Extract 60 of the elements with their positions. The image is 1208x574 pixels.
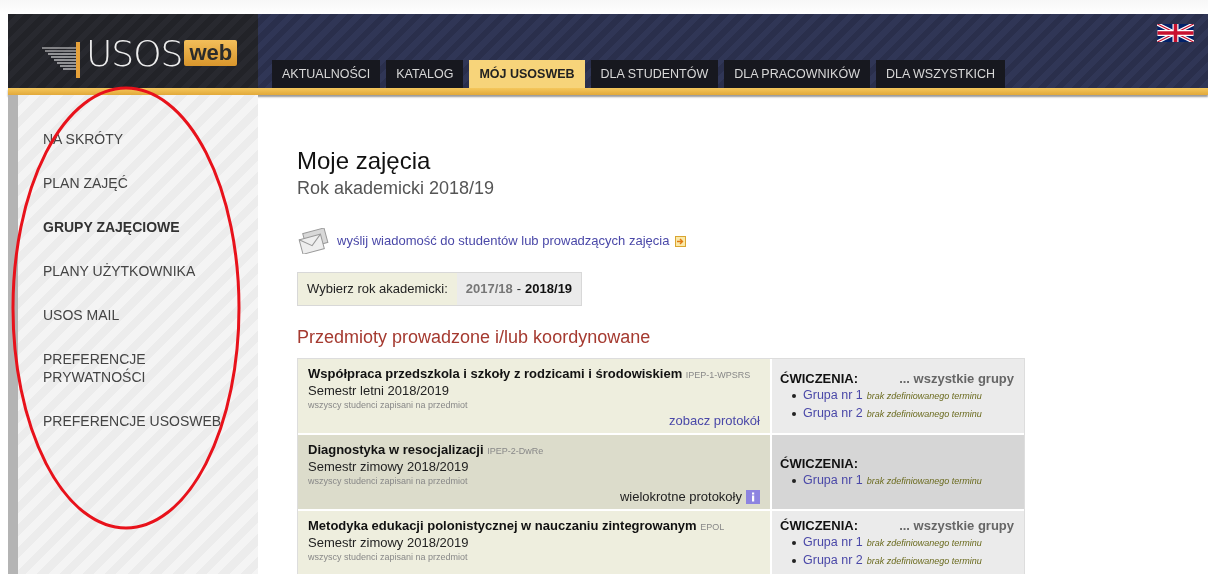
year-link[interactable]: 2017/18 (465, 279, 513, 299)
uk-flag-icon[interactable] (1157, 24, 1194, 42)
semester-text: Semestr zimowy 2018/2019 (308, 458, 470, 475)
all-groups-link[interactable]: ... wszystkie grupy (899, 370, 1014, 387)
info-icon[interactable] (746, 489, 760, 504)
bullet-icon (792, 394, 796, 398)
schedule-note: brak zdefiniowanego terminu (866, 408, 982, 421)
schedule-note: brak zdefiniowanego terminu (866, 536, 982, 550)
course-name: Diagnostyka w resocjalizacji (308, 441, 484, 457)
course-code: IPEP-1-WPSRS (685, 369, 751, 380)
protocol-text: wielokrotne protokoły (619, 487, 742, 506)
course-code: IPEP-2-DwRe (487, 445, 544, 456)
group-link[interactable]: Grupa nr 1 (803, 533, 863, 551)
course-name: Metodyka edukacji polonistycznej w nauczaniu zintegrowanym (308, 517, 697, 533)
year-selector-label: Wybierz rok akademicki: (298, 273, 457, 305)
semester-text: Semestr letni 2018/2019 (308, 382, 450, 399)
audience-text: wszyscy studenci zapisani na przedmiot (308, 550, 469, 564)
bullet-icon (792, 540, 796, 545)
sidebar-link[interactable]: PLANY UŻYTKOWNIKA (43, 262, 248, 280)
course-name: Współpraca przedszkola i szkoły z rodzicami i środowiskiem (308, 365, 683, 381)
sidebar-link[interactable]: GRUPY ZAJĘCIOWE (43, 218, 248, 236)
nav-tab[interactable]: DLA WSZYSTKICH (875, 60, 1005, 88)
all-groups-link[interactable]: ... wszystkie grupy (899, 516, 1014, 534)
nav-tab[interactable]: DLA STUDENTÓW (590, 60, 719, 88)
semester-text: Semestr zimowy 2018/2019 (308, 534, 470, 551)
message-link[interactable]: wyślij wiadomość do studentów lub prowadzących zajęcia (337, 231, 670, 251)
class-type-label: ĆWICZENIA: (780, 455, 858, 472)
arrow-square-icon[interactable] (675, 235, 687, 247)
sidebar-link[interactable]: PREFERENCJE PRYWATNOŚCI (43, 350, 248, 386)
page-title: Moje zajęcia (297, 146, 432, 176)
logo-text: USOS (86, 36, 183, 72)
bullet-icon (792, 412, 796, 416)
nav-tab[interactable]: KATALOG (386, 60, 464, 88)
page-subtitle: Rok akademicki 2018/19 (297, 177, 496, 200)
group-link[interactable]: Grupa nr 1 (803, 387, 863, 404)
schedule-note: brak zdefiniowanego terminu (866, 475, 982, 488)
logo-badge: web (184, 40, 238, 66)
group-link[interactable]: Grupa nr 1 (803, 472, 863, 489)
sidebar-link[interactable]: USOS MAIL (43, 306, 248, 324)
schedule-note: brak zdefiniowanego terminu (866, 554, 982, 568)
group-link[interactable]: Grupa nr 2 (803, 405, 863, 422)
nav-tab[interactable]: MÓJ USOSWEB (469, 60, 585, 88)
course-code: EPOL (700, 521, 725, 532)
sidebar-link[interactable]: PLAN ZAJĘĆ (43, 174, 248, 192)
group-link[interactable]: Grupa nr 2 (803, 551, 863, 569)
nav-tab[interactable]: DLA PRACOWNIKÓW (724, 60, 870, 88)
sidebar-link[interactable]: PREFERENCJE USOSWEB (43, 412, 248, 430)
separator-text: - (516, 280, 522, 298)
class-type-label: ĆWICZENIA: (780, 516, 858, 534)
section-heading: Przedmioty prowadzone i/lub koordynowane (297, 325, 652, 348)
nav-tab[interactable]: AKTUALNOŚCI (272, 60, 381, 88)
protocol-link[interactable]: zobacz protokół (668, 411, 760, 430)
schedule-note: brak zdefiniowanego terminu (866, 390, 982, 403)
year-link[interactable]: 2018/19 (525, 279, 573, 299)
class-type-label: ĆWICZENIA: (780, 370, 858, 387)
audience-text: wszyscy studenci zapisani na przedmiot (308, 474, 469, 488)
envelopes-icon (297, 228, 331, 254)
audience-text: wszyscy studenci zapisani na przedmiot (308, 398, 469, 412)
bullet-icon (792, 479, 796, 483)
bullet-icon (792, 558, 796, 563)
